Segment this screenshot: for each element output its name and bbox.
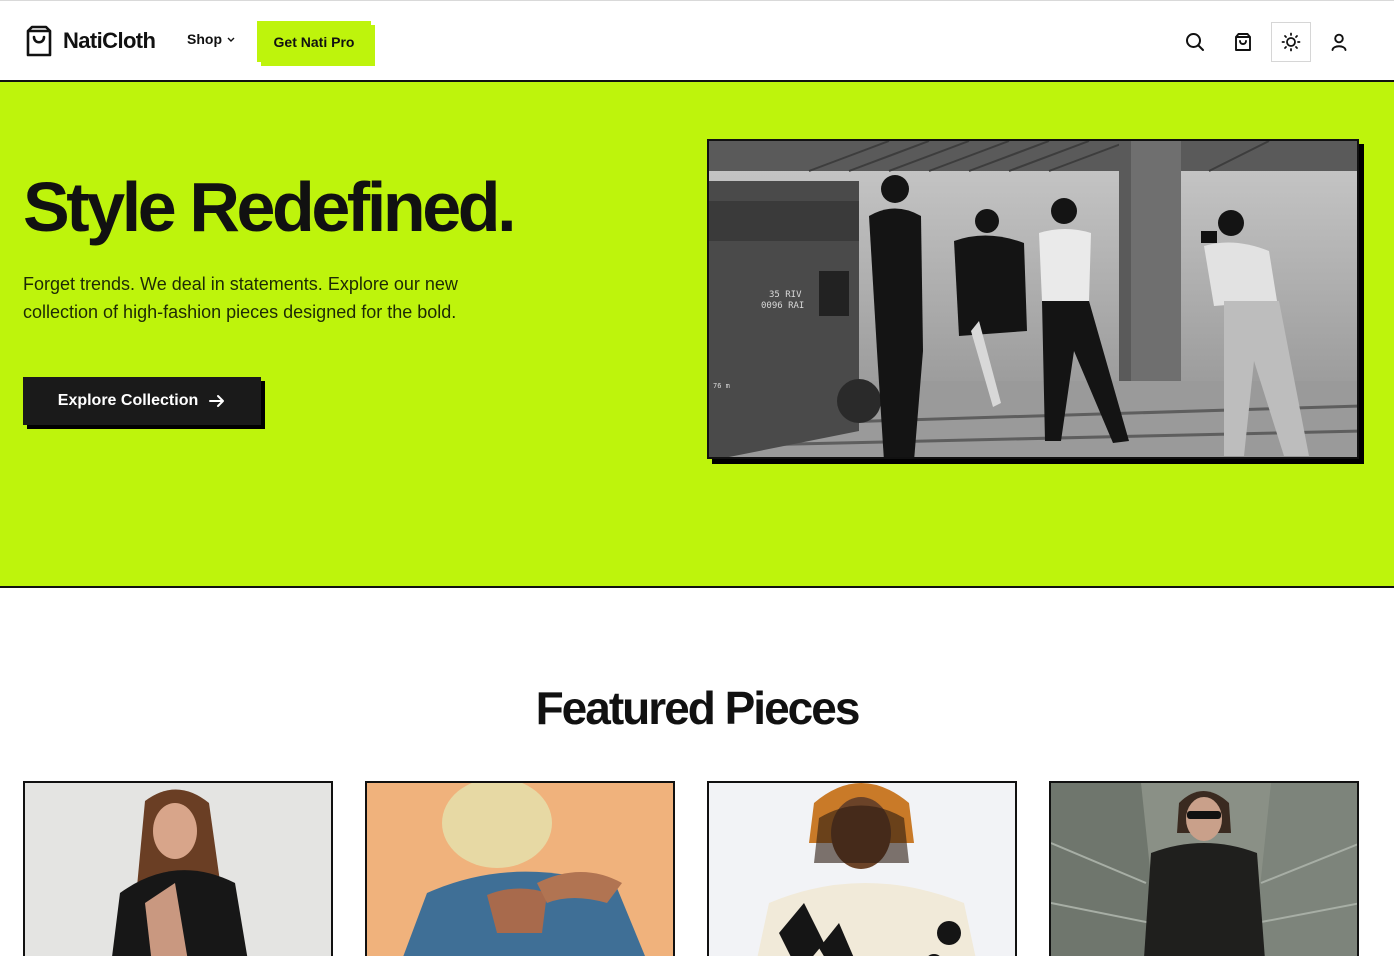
train-marking-3: 76 m xyxy=(713,382,730,390)
train-marking-1: 35 RIV xyxy=(769,290,802,300)
get-pro-button[interactable]: Get Nati Pro xyxy=(257,21,371,62)
fashion-group-photo: 35 RIV 0096 RAI 76 m xyxy=(709,141,1357,457)
product-card-2[interactable] xyxy=(365,781,675,956)
product-image-4 xyxy=(1051,783,1357,956)
brand-logo[interactable]: NatiCloth xyxy=(24,25,156,57)
product-image-3 xyxy=(709,783,1015,956)
product-card-4[interactable] xyxy=(1049,781,1359,956)
hero-image: 35 RIV 0096 RAI 76 m xyxy=(707,139,1359,459)
shop-menu[interactable]: Shop xyxy=(187,31,236,47)
cart-icon xyxy=(1235,33,1251,51)
theme-toggle-button[interactable] xyxy=(1271,22,1311,62)
sun-icon xyxy=(1281,32,1301,52)
product-card-1[interactable] xyxy=(23,781,333,956)
site-header: NatiCloth Shop Get Nati Pro xyxy=(0,0,1394,82)
train-marking-2: 0096 RAI xyxy=(761,301,804,311)
search-button[interactable] xyxy=(1175,22,1215,62)
product-image-1 xyxy=(25,783,331,956)
hero-description: Forget trends. We deal in statements. Ex… xyxy=(23,274,458,322)
cart-button[interactable] xyxy=(1223,22,1263,62)
explore-collection-button[interactable]: Explore Collection xyxy=(23,377,261,425)
hero-section: Style Redefined. Forget trends. We deal … xyxy=(0,82,1394,588)
arrow-right-icon xyxy=(209,395,225,407)
chevron-down-icon xyxy=(227,37,235,42)
user-icon xyxy=(1331,33,1347,51)
search-icon xyxy=(1186,33,1204,51)
shopping-bag-icon xyxy=(24,25,54,57)
account-button[interactable] xyxy=(1319,22,1359,62)
explore-collection-label: Explore Collection xyxy=(57,392,199,409)
featured-title: Featured Pieces xyxy=(535,682,861,734)
product-image-2 xyxy=(367,783,673,956)
product-card-3[interactable] xyxy=(707,781,1017,956)
brand-name: NatiCloth xyxy=(63,28,156,53)
hero-title: Style Redefined. xyxy=(23,168,517,246)
shop-menu-label: Shop xyxy=(187,31,222,47)
